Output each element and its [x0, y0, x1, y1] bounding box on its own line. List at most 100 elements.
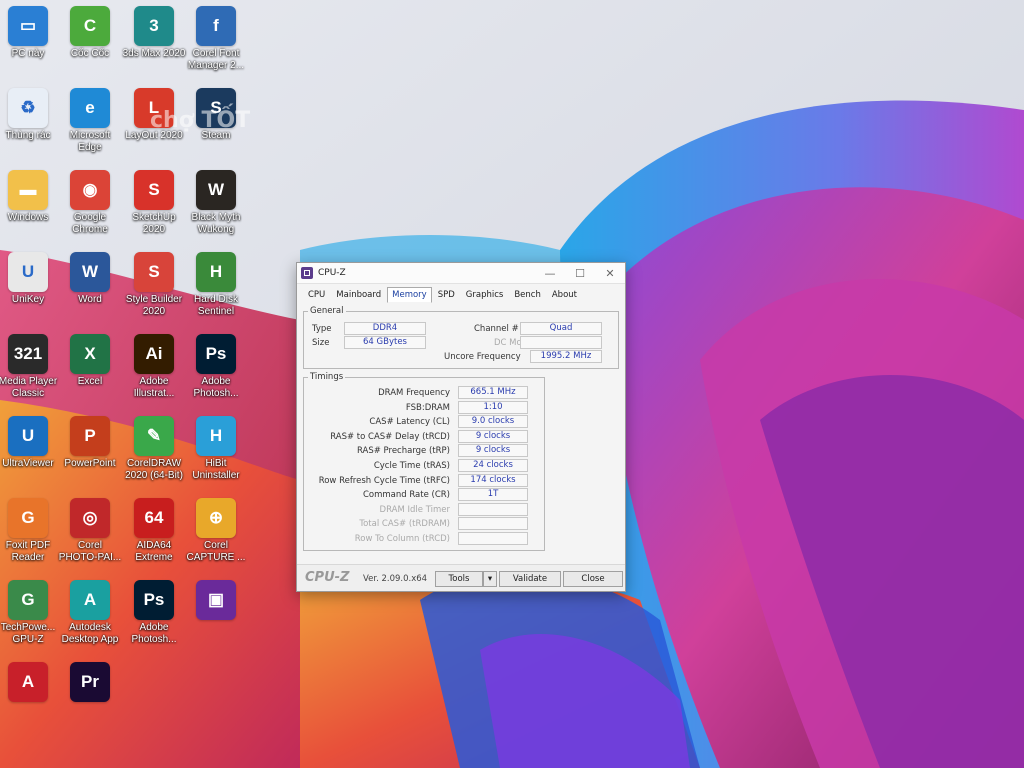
desktop-icon[interactable]: P PowerPoint: [58, 416, 122, 470]
desktop-icon-label: TechPowe... GPU-Z: [0, 622, 56, 645]
monitor-icon: ▭: [8, 6, 48, 46]
timing-label: Total CAS# (tRDRAM): [359, 519, 450, 530]
timing-label: FSB:DRAM: [405, 402, 450, 413]
type-label: Type: [312, 324, 332, 334]
desktop-icon[interactable]: ⊕ Corel CAPTURE ...: [184, 498, 248, 564]
hibit-icon: H: [196, 416, 236, 456]
desktop-icon[interactable]: f Corel Font Manager 2...: [184, 6, 248, 72]
desktop-icon-label: Adobe Illustrat...: [133, 376, 175, 399]
desktop-icon[interactable]: G Foxit PDF Reader: [0, 498, 60, 564]
tab-mainboard[interactable]: Mainboard: [331, 287, 386, 303]
tab-bench[interactable]: Bench: [509, 287, 546, 303]
desktop-icon-label: Corel PHOTO-PAI...: [58, 540, 122, 563]
desktop-icon[interactable]: ◎ Corel PHOTO-PAI...: [58, 498, 122, 564]
desktop-icon[interactable]: U UltraViewer: [0, 416, 60, 470]
tab-cpu[interactable]: CPU: [303, 287, 330, 303]
desktop-icon[interactable]: W Black Myth Wukong: [184, 170, 248, 236]
minimize-icon[interactable]: —: [535, 263, 565, 283]
footer-bar: CPU-Z Ver. 2.09.0.x64 Tools ▾ Validate C…: [297, 564, 625, 591]
maximize-icon[interactable]: ☐: [565, 263, 595, 283]
tab-memory[interactable]: Memory: [387, 287, 432, 303]
desktop-icon-label: Word: [78, 294, 102, 305]
desktop-icon[interactable]: Ps Adobe Photosh...: [122, 580, 186, 646]
desktop-icon[interactable]: S Style Builder 2020: [122, 252, 186, 318]
aida64-icon: 64: [134, 498, 174, 538]
desktop-icon-label: Adobe Photosh...: [131, 622, 177, 645]
uncore-frequency-value: 1995.2 MHz: [530, 350, 602, 363]
desktop-icon[interactable]: A: [0, 662, 60, 704]
desktop-icon-label: Excel: [77, 376, 103, 387]
desktop-icon-label: UltraViewer: [2, 458, 54, 469]
watermark-text: chợ TỐT: [150, 108, 251, 133]
cpu-chip-icon: ▣: [196, 580, 236, 620]
desktop-icon[interactable]: ▭ PC này: [0, 6, 60, 60]
tools-dropdown-button[interactable]: ▾: [483, 571, 497, 587]
photopaint-icon: ◎: [70, 498, 110, 538]
timing-value: 9 clocks: [458, 429, 528, 443]
close-button-label: Close: [581, 574, 605, 584]
desktop-icon[interactable]: 321 Media Player Classic: [0, 334, 60, 400]
size-value: 64 GBytes: [344, 336, 426, 349]
size-label: Size: [312, 338, 330, 348]
timing-value: [458, 517, 528, 531]
excel-icon: X: [70, 334, 110, 374]
desktop-icon[interactable]: U UniKey: [0, 252, 60, 306]
desktop-icon[interactable]: Ps Adobe Photosh...: [184, 334, 248, 400]
desktop-icon[interactable]: 64 AIDA64 Extreme: [122, 498, 186, 564]
title-bar[interactable]: CPU-Z — ☐ ✕: [297, 263, 625, 284]
desktop-icon-label: Google Chrome: [72, 212, 108, 235]
close-icon[interactable]: ✕: [595, 263, 625, 283]
desktop-icon[interactable]: ◉ Google Chrome: [58, 170, 122, 236]
timing-value: 24 clocks: [458, 459, 528, 472]
recycle-bin-icon: ♻: [8, 88, 48, 128]
desktop-icon-label: Media Player Classic: [0, 376, 58, 399]
tab-about[interactable]: About: [547, 287, 582, 303]
timing-label: RAS# Precharge (tRP): [356, 446, 450, 457]
type-value: DDR4: [344, 322, 426, 335]
desktop-icon[interactable]: C Cốc Cốc: [58, 6, 122, 60]
desktop-icon[interactable]: H Hard Disk Sentinel: [184, 252, 248, 318]
desktop-icon[interactable]: X Excel: [58, 334, 122, 388]
desktop-icon[interactable]: ♻ Thùng rác: [0, 88, 60, 142]
desktop-icon[interactable]: ✎ CorelDRAW 2020 (64-Bit): [122, 416, 186, 482]
channel-value: Quad: [520, 322, 602, 335]
close-button[interactable]: Close: [563, 571, 623, 587]
desktop-icon-label: Corel CAPTURE ...: [186, 540, 246, 563]
desktop-icon[interactable]: H HiBit Uninstaller: [184, 416, 248, 482]
desktop-icon-label: PowerPoint: [64, 458, 116, 469]
timings-group-label: Timings: [308, 372, 346, 382]
desktop-icon[interactable]: A Autodesk Desktop App: [58, 580, 122, 646]
timing-label: Command Rate (CR): [362, 490, 450, 501]
foxit-icon: G: [8, 498, 48, 538]
desktop-icon-label: Windows: [7, 212, 49, 223]
dc-mode-value: [520, 336, 602, 349]
validate-button[interactable]: Validate: [499, 571, 561, 587]
sketchup-icon: S: [134, 170, 174, 210]
window-title: CPU-Z: [318, 268, 346, 278]
tools-button-label: Tools: [448, 574, 470, 584]
photoshop-icon-2: Ps: [134, 580, 174, 620]
desktop-icon[interactable]: 3 3ds Max 2020: [122, 6, 186, 60]
desktop-icon-label: Cốc Cốc: [70, 48, 110, 59]
mpc-icon: 321: [8, 334, 48, 374]
desktop-icon[interactable]: W Word: [58, 252, 122, 306]
tools-button[interactable]: Tools: [435, 571, 483, 587]
desktop-icon[interactable]: G TechPowe... GPU-Z: [0, 580, 60, 646]
tab-graphics[interactable]: Graphics: [461, 287, 509, 303]
cpuz-window[interactable]: CPU-Z — ☐ ✕ CPU Mainboard Memory SPD Graphic…: [296, 262, 626, 592]
timing-value: [458, 532, 528, 545]
desktop-icon[interactable]: S SketchUp 2020: [122, 170, 186, 236]
timing-value: 1T: [458, 488, 528, 502]
tab-spd[interactable]: SPD: [433, 287, 460, 303]
desktop-icon-label: 3ds Max 2020: [122, 48, 186, 59]
timing-value: 9.0 clocks: [458, 415, 528, 429]
desktop-icon[interactable]: Pr: [58, 662, 122, 704]
desktop-icon[interactable]: ▬ Windows: [0, 170, 60, 224]
wukong-icon: W: [196, 170, 236, 210]
illustrator-icon: Ai: [134, 334, 174, 374]
desktop-icon[interactable]: ▣: [184, 580, 248, 622]
desktop-icon[interactable]: Ai Adobe Illustrat...: [122, 334, 186, 400]
desktop-icon[interactable]: e Microsoft Edge: [58, 88, 122, 154]
autocad-icon: A: [8, 662, 48, 702]
desktop-icon-label: UniKey: [11, 294, 45, 305]
